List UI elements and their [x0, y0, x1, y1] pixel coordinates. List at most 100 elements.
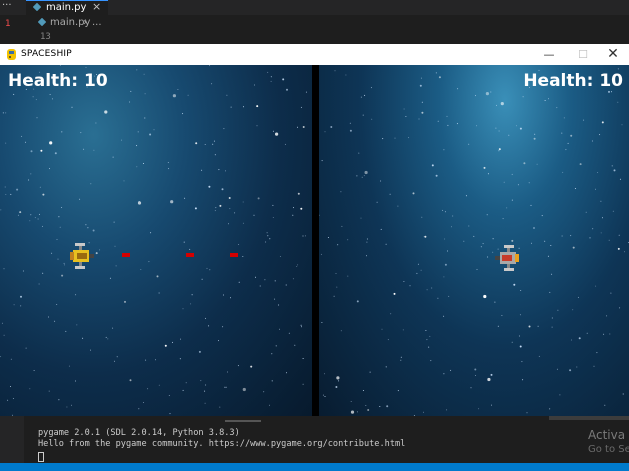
tab-main-py[interactable]: main.py × [26, 0, 108, 15]
star [222, 326, 224, 328]
star [347, 239, 349, 241]
star [624, 251, 625, 253]
star [610, 292, 612, 294]
star [519, 314, 521, 316]
star [114, 245, 116, 247]
star [129, 379, 132, 382]
breadcrumb-symbol[interactable]: ... [92, 17, 102, 28]
breadcrumb-separator: › [83, 17, 87, 28]
star [5, 142, 7, 144]
close-button[interactable]: ✕ [596, 44, 629, 65]
star [475, 375, 476, 376]
star [380, 180, 382, 182]
star [259, 285, 261, 287]
center-border [312, 65, 319, 416]
star [338, 380, 340, 382]
tab-label: main.py [46, 2, 87, 13]
star [137, 201, 142, 205]
star [556, 107, 558, 109]
star [424, 235, 427, 238]
star [263, 391, 265, 393]
star [572, 246, 575, 249]
star [483, 166, 486, 169]
star [65, 330, 67, 332]
star [93, 149, 95, 151]
star [403, 108, 405, 110]
terminal-output-line: pygame 2.0.1 (SDL 2.0.14, Python 3.8.3) [38, 428, 240, 438]
star [195, 142, 198, 145]
terminal-panel[interactable]: pygame 2.0.1 (SDL 2.0.14, Python 3.8.3) … [0, 416, 629, 463]
star [35, 99, 37, 101]
close-tab-icon[interactable]: × [92, 1, 101, 13]
star [182, 113, 184, 115]
star [61, 131, 63, 133]
panel-resize-handle[interactable] [225, 420, 261, 422]
terminal-scrollbar[interactable] [549, 416, 629, 420]
star [49, 168, 50, 170]
star [92, 229, 95, 232]
more-actions-icon[interactable]: ··· [2, 0, 12, 12]
star [447, 250, 448, 252]
star [487, 377, 491, 382]
star [619, 178, 621, 180]
star [270, 76, 272, 78]
star [523, 162, 526, 165]
star [503, 181, 505, 183]
star [603, 333, 605, 335]
terminal-gutter [0, 416, 24, 463]
star [170, 200, 174, 204]
star [371, 118, 373, 120]
star [39, 213, 40, 215]
star [250, 365, 253, 368]
star [272, 204, 274, 206]
star [123, 180, 125, 182]
star [362, 390, 364, 391]
star [596, 352, 598, 354]
star [61, 274, 64, 277]
star [595, 188, 596, 190]
star [158, 292, 160, 294]
activation-watermark-sub: Go to Se [588, 444, 629, 455]
star [612, 210, 614, 212]
star [57, 258, 59, 260]
star [279, 256, 281, 257]
star [237, 365, 239, 367]
star [417, 263, 419, 265]
star [430, 360, 432, 362]
star [565, 149, 567, 151]
star [397, 205, 399, 207]
star [608, 239, 610, 241]
star [570, 339, 572, 341]
maximize-button[interactable]: ☐ [566, 44, 600, 65]
star [443, 315, 445, 317]
window-titlebar[interactable]: SPACESHIP — ☐ ✕ [0, 44, 629, 65]
star [205, 384, 207, 386]
star [270, 80, 272, 82]
star [361, 176, 363, 178]
star [272, 217, 274, 218]
star [182, 389, 184, 391]
star [557, 309, 559, 311]
star [266, 232, 268, 234]
star [324, 396, 326, 397]
star [59, 226, 61, 228]
star [337, 244, 339, 246]
star [257, 197, 260, 200]
star [30, 214, 32, 216]
star [136, 166, 138, 168]
star [225, 386, 227, 388]
star [611, 165, 613, 167]
star [549, 291, 551, 293]
star [393, 292, 396, 295]
game-canvas[interactable]: Health: 10 Health: 10 [0, 65, 629, 416]
star [497, 325, 499, 327]
star [51, 98, 53, 100]
star [576, 366, 578, 368]
star [456, 123, 458, 125]
star [429, 335, 431, 337]
star [201, 278, 203, 280]
star [168, 168, 170, 170]
star [150, 232, 152, 234]
star [420, 269, 422, 271]
minimize-button[interactable]: — [532, 44, 566, 65]
